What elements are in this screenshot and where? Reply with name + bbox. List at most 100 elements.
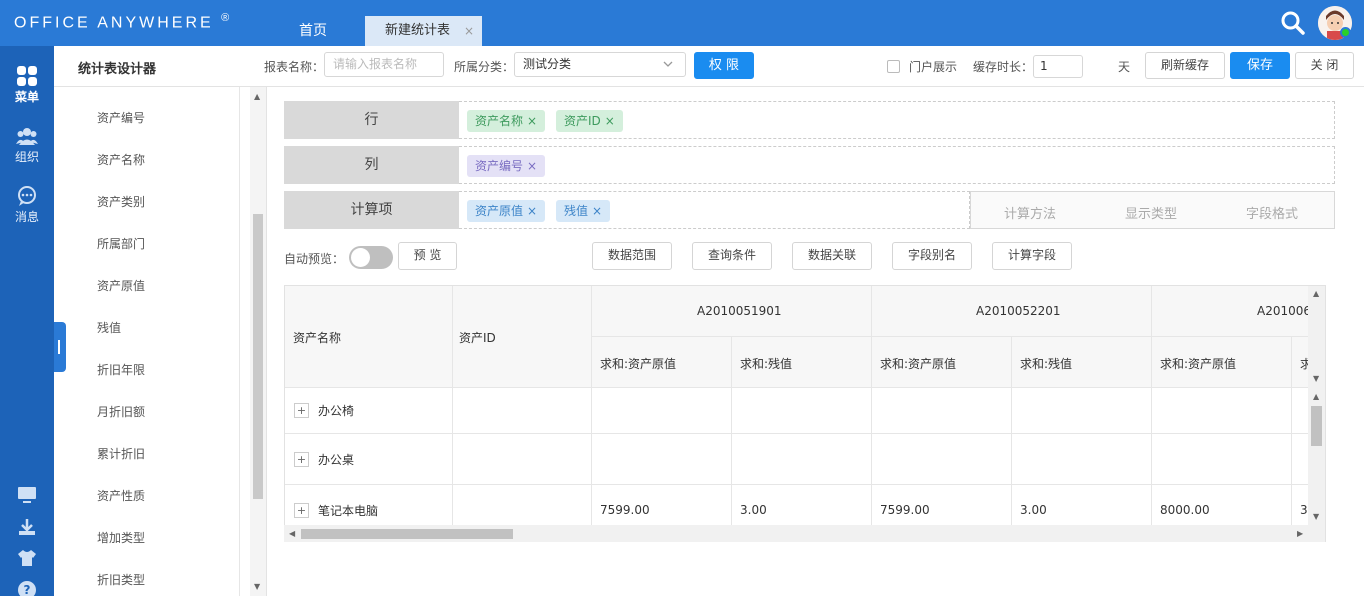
cache-unit-label: 天 [1118,60,1131,74]
data-cell [592,434,732,485]
chip-close-icon[interactable]: × [527,204,537,218]
field-item[interactable]: 残值 [97,319,121,336]
field-item[interactable]: 折旧年限 [97,361,145,378]
row-chip-label: 资产名称 [475,114,524,128]
field-item[interactable]: 累计折旧 [97,445,145,462]
row-header-cell: 资产ID [453,286,592,388]
data-relations-button[interactable]: 数据关联 [792,242,872,270]
scroll-down-arrow-icon[interactable]: ▼ [254,582,260,591]
scroll-down-arrow-icon[interactable]: ▼ [1313,512,1319,521]
row-zone-label: 行 [284,101,459,139]
chip-close-icon[interactable]: × [527,114,537,128]
field-item[interactable]: 折旧类型 [97,571,145,588]
grid-vertical-scrollbar[interactable]: ▲ ▼ ▲ ▼ [1308,286,1325,525]
computed-field-button[interactable]: 计算字段 [992,242,1072,270]
expand-plus-icon[interactable]: + [294,452,309,467]
row-chip[interactable]: 资产名称 × [467,110,546,132]
cache-duration-input[interactable]: 1 [1033,55,1083,78]
row-header-cell: 资产名称 [285,286,453,388]
sidebar-collapse-handle[interactable] [54,322,66,372]
field-item[interactable]: 增加类型 [97,529,145,546]
shirt-icon[interactable] [17,549,37,567]
monitor-icon[interactable] [17,486,37,504]
field-list-scrollbar[interactable]: ▲ ▼ [250,87,267,596]
chip-close-icon[interactable]: × [527,159,537,173]
report-name-input[interactable]: 请输入报表名称 [324,52,444,77]
help-icon[interactable]: ? [17,580,37,596]
expand-plus-icon[interactable]: + [294,403,309,418]
query-conditions-button[interactable]: 查询条件 [692,242,772,270]
data-cell [1152,434,1292,485]
row-header-label: 资产名称 [293,331,342,345]
field-item[interactable]: 所属部门 [97,235,145,252]
category-select-value: 测试分类 [523,57,572,71]
calc-drop-zone[interactable]: 资产原值 × 残值 × [459,191,970,229]
column-zone-label: 列 [284,146,459,184]
scroll-up-arrow-icon[interactable]: ▲ [254,92,260,101]
nav-item-messages[interactable]: 消息 [0,186,54,225]
scroll-left-arrow-icon[interactable]: ◀ [289,529,295,538]
calc-chip-label: 残值 [564,204,589,218]
grid-horizontal-scrollbar[interactable]: ◀ ▶ [284,525,1325,542]
nav-item-menu[interactable]: 菜单 [0,66,54,105]
calc-chip[interactable]: 资产原值 × [467,200,546,222]
measure-header: 求和:残值 [1012,337,1152,388]
scroll-right-arrow-icon[interactable]: ▶ [1297,529,1303,538]
permission-button[interactable]: 权 限 [694,52,754,79]
row-chip[interactable]: 资产ID × [556,110,623,132]
column-drop-zone[interactable]: 资产编号 × [459,146,1335,184]
category-select[interactable]: 测试分类 [514,52,686,77]
field-item[interactable]: 资产名称 [97,151,145,168]
nav-item-org[interactable]: 组织 [0,126,54,165]
chip-close-icon[interactable]: × [605,114,615,128]
field-item[interactable]: 资产原值 [97,277,145,294]
field-item[interactable]: 资产编号 [97,109,145,126]
data-cell [732,388,872,434]
calc-method-option[interactable]: 计算方法 [1004,203,1056,222]
search-icon[interactable] [1280,10,1306,36]
display-type-option[interactable]: 显示类型 [1125,203,1177,222]
data-cell [732,434,872,485]
pivot-preview-grid: 资产名称 资产ID A2010051901 A2010052201 A20100… [284,285,1326,542]
measure-header: 求和:资产原值 [592,337,732,388]
portal-display-checkbox[interactable] [887,60,900,73]
scrollbar-thumb[interactable] [301,529,513,539]
column-chip[interactable]: 资产编号 × [467,155,546,177]
data-cell [592,388,732,434]
refresh-cache-button[interactable]: 刷新缓存 [1145,52,1225,79]
auto-preview-toggle[interactable] [349,246,393,269]
scroll-up-arrow-icon[interactable]: ▲ [1313,392,1319,401]
field-format-option[interactable]: 字段格式 [1246,203,1298,222]
tab-new-report-label: 新建统计表 [385,23,451,38]
download-icon[interactable] [17,518,37,536]
scroll-up-arrow-icon[interactable]: ▲ [1313,289,1319,298]
table-row: + 办公桌 [285,434,453,485]
field-alias-button[interactable]: 字段别名 [892,242,972,270]
app-logo[interactable]: OFFICE ANYWHERE ® [14,12,232,32]
scrollbar-thumb[interactable] [1311,406,1322,446]
tab-close-icon[interactable]: × [464,16,474,46]
left-nav: 菜单 组织 消息 ? [0,46,54,596]
data-range-button[interactable]: 数据范围 [592,242,672,270]
field-item[interactable]: 月折旧额 [97,403,145,420]
svg-text:?: ? [24,583,31,596]
calc-chip[interactable]: 残值 × [556,200,611,222]
scroll-down-arrow-icon[interactable]: ▼ [1313,374,1319,383]
row-chip-label: 资产ID [564,114,601,128]
save-button[interactable]: 保存 [1230,52,1290,79]
row-drop-zone[interactable]: 资产名称 × 资产ID × [459,101,1335,139]
column-group-header: A2010061 [1152,286,1319,337]
expand-plus-icon[interactable]: + [294,503,309,518]
scrollbar-thumb[interactable] [253,214,263,499]
row-name: 笔记本电脑 [318,504,379,518]
tab-new-report[interactable]: 新建统计表 × [365,16,482,46]
data-cell [1012,388,1152,434]
calc-options: 计算方法 显示类型 字段格式 [970,191,1335,229]
field-item[interactable]: 资产性质 [97,487,145,504]
chip-close-icon[interactable]: × [592,204,602,218]
row-name: 办公桌 [318,453,355,467]
tab-home[interactable]: 首页 [282,16,344,46]
close-button[interactable]: 关 闭 [1295,52,1354,79]
preview-button[interactable]: 预 览 [398,242,457,270]
field-item[interactable]: 资产类别 [97,193,145,210]
